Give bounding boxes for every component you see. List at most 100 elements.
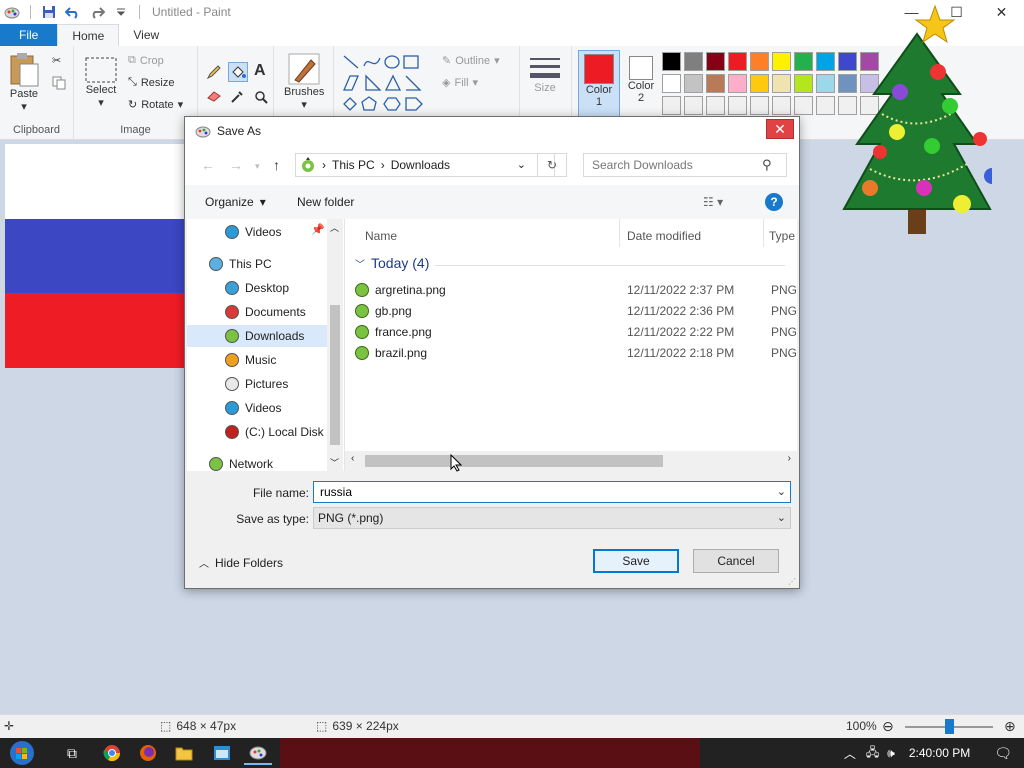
up-arrow-icon[interactable]: ↑ xyxy=(273,157,280,173)
palette-swatch[interactable] xyxy=(816,96,835,115)
show-hidden-icons-icon[interactable]: ︿ xyxy=(844,745,856,762)
nav-pane-scrollbar[interactable]: ︿ ﹀ xyxy=(327,219,343,471)
palette-swatch[interactable] xyxy=(750,96,769,115)
palette-swatch[interactable] xyxy=(728,52,747,71)
nav-item-c-local-disk[interactable]: (C:) Local Disk xyxy=(225,421,324,443)
crop-button[interactable]: ⧉ Crop xyxy=(128,54,164,67)
notifications-icon[interactable]: 🗨 xyxy=(994,745,1012,762)
paste-button[interactable]: Paste ▾ xyxy=(8,52,40,113)
outline-button[interactable]: ✎ Outline ▾ xyxy=(442,54,500,68)
file-name-field[interactable]: ⌄ xyxy=(313,481,791,503)
nav-item-videos[interactable]: Videos xyxy=(225,221,281,243)
file-name-dropdown-icon[interactable]: ⌄ xyxy=(777,485,786,498)
nav-item-desktop[interactable]: Desktop xyxy=(225,277,289,299)
save-button[interactable]: Save xyxy=(593,549,679,573)
breadcrumb-downloads[interactable]: Downloads xyxy=(391,158,450,172)
clock[interactable]: 2:40:00 PM xyxy=(909,746,970,760)
nav-item-downloads[interactable]: Downloads xyxy=(187,325,327,347)
refresh-button[interactable]: ↻ xyxy=(537,153,567,177)
column-type[interactable]: Type xyxy=(769,229,795,243)
horizontal-scrollbar[interactable]: ‹ › xyxy=(345,451,797,471)
organize-button[interactable]: Organize ▾ xyxy=(205,195,266,209)
palette-swatch[interactable] xyxy=(750,52,769,71)
palette-swatch[interactable] xyxy=(728,74,747,93)
palette-swatch[interactable] xyxy=(662,52,681,71)
select-button[interactable]: Select ▾ xyxy=(84,56,118,109)
palette-swatch[interactable] xyxy=(728,96,747,115)
palette-swatch[interactable] xyxy=(750,74,769,93)
zoom-in-button[interactable]: ⊕ xyxy=(1004,718,1016,735)
view-options-icon[interactable]: ☷ ▾ xyxy=(703,195,723,209)
address-bar[interactable]: › This PC › Downloads ⌄ xyxy=(295,153,555,177)
tab-home[interactable]: Home xyxy=(57,24,120,46)
back-arrow-icon[interactable]: ← xyxy=(201,157,215,173)
palette-swatch[interactable] xyxy=(816,74,835,93)
scroll-left-icon[interactable]: ‹ xyxy=(351,453,354,464)
cut-icon[interactable]: ✂ xyxy=(52,54,61,67)
palette-swatch[interactable] xyxy=(816,52,835,71)
firefox-icon[interactable] xyxy=(134,741,162,765)
canvas-image-flag[interactable] xyxy=(5,144,190,368)
new-folder-button[interactable]: New folder xyxy=(297,195,354,209)
paint-app-icon[interactable] xyxy=(2,2,22,22)
cancel-button[interactable]: Cancel xyxy=(693,549,779,573)
forward-arrow-icon[interactable]: → xyxy=(229,157,243,173)
save-type-dropdown-icon[interactable]: ⌄ xyxy=(777,511,786,524)
customize-qat-icon[interactable] xyxy=(111,2,131,22)
column-name[interactable]: Name xyxy=(365,229,397,243)
pencil-icon[interactable] xyxy=(206,64,222,80)
save-type-select[interactable]: PNG (*.png) ⌄ xyxy=(313,507,791,529)
search-input[interactable] xyxy=(592,158,762,172)
palette-swatch[interactable] xyxy=(706,74,725,93)
tab-file[interactable]: File xyxy=(0,24,58,46)
chrome-icon[interactable] xyxy=(98,741,126,765)
fill-button[interactable]: ◈ Fill ▾ xyxy=(442,76,478,90)
palette-swatch[interactable] xyxy=(662,96,681,115)
resize-button[interactable]: ⤡ Resize xyxy=(128,76,174,89)
recent-locations-icon[interactable]: ▾ xyxy=(255,161,260,172)
palette-swatch[interactable] xyxy=(794,52,813,71)
scroll-right-icon[interactable]: › xyxy=(788,453,791,464)
magnifier-icon[interactable] xyxy=(254,90,268,104)
network-tray-icon[interactable]: 🖧 xyxy=(866,743,879,764)
nav-item-music[interactable]: Music xyxy=(225,349,276,371)
nav-scroll-thumb[interactable] xyxy=(330,305,340,445)
zoom-out-button[interactable]: ⊖ xyxy=(882,718,894,735)
nav-item-pictures[interactable]: Pictures xyxy=(225,373,288,395)
task-view-icon[interactable]: ⧉ xyxy=(58,741,86,765)
file-row[interactable]: brazil.png 12/11/2022 2:18 PM PNG xyxy=(345,342,797,363)
dialog-close-button[interactable]: ✕ xyxy=(766,119,794,139)
tab-view[interactable]: View xyxy=(119,24,173,46)
palette-swatch[interactable] xyxy=(662,74,681,93)
eraser-icon[interactable] xyxy=(206,90,222,102)
horizontal-scroll-thumb[interactable] xyxy=(365,455,663,467)
nav-item-documents[interactable]: Documents xyxy=(225,301,306,323)
zoom-slider-thumb[interactable] xyxy=(945,719,954,734)
scroll-up-icon[interactable]: ︿ xyxy=(330,221,339,234)
palette-swatch[interactable] xyxy=(706,96,725,115)
palette-swatch[interactable] xyxy=(772,96,791,115)
nav-item-network[interactable]: Network xyxy=(209,453,273,471)
save-icon[interactable] xyxy=(39,2,59,22)
paint-taskbar-icon[interactable] xyxy=(244,741,272,765)
undo-icon[interactable] xyxy=(63,2,83,22)
palette-swatch[interactable] xyxy=(706,52,725,71)
resize-grip-icon[interactable]: ⋰ xyxy=(788,577,796,586)
fill-bucket-icon[interactable] xyxy=(228,62,248,82)
volume-icon[interactable]: 🕪 xyxy=(887,746,895,761)
start-button[interactable] xyxy=(8,741,36,765)
palette-swatch[interactable] xyxy=(684,74,703,93)
color-picker-icon[interactable] xyxy=(230,90,244,104)
scroll-down-icon[interactable]: ﹀ xyxy=(330,456,339,469)
size-button[interactable]: Size xyxy=(528,54,562,94)
group-header-today[interactable]: ﹀ Today (4) xyxy=(355,255,429,271)
color1-button[interactable]: Color 1 xyxy=(578,50,620,120)
window-app-icon[interactable] xyxy=(208,741,236,765)
palette-swatch[interactable] xyxy=(684,52,703,71)
file-explorer-icon[interactable] xyxy=(170,741,198,765)
search-box[interactable]: ⚲ xyxy=(583,153,787,177)
file-name-input[interactable] xyxy=(320,485,760,499)
help-button[interactable]: ? xyxy=(765,193,783,211)
address-dropdown-icon[interactable]: ⌄ xyxy=(517,158,526,171)
file-row[interactable]: gb.png 12/11/2022 2:36 PM PNG xyxy=(345,300,797,321)
